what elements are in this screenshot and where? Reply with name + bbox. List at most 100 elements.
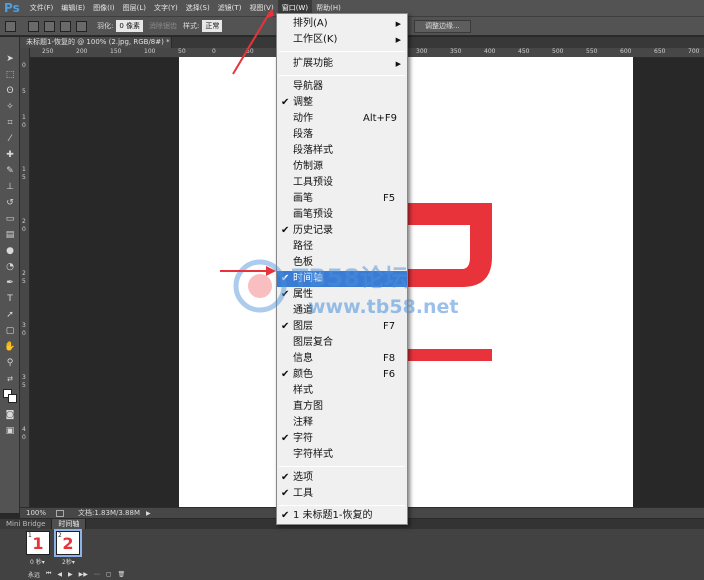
menu-item-adjustments[interactable]: ✔ 调整 <box>277 95 407 111</box>
shape-tool-icon[interactable]: ▢ <box>4 325 16 337</box>
antialias-checkbox[interactable]: 消除锯齿 <box>149 21 177 31</box>
timeline-frame-1[interactable]: 1 1 <box>26 531 50 555</box>
refine-edge-button[interactable]: 调整边缘... <box>414 20 471 33</box>
menu-edit[interactable]: 编辑(E) <box>57 0 89 16</box>
background-color-swatch[interactable] <box>8 394 17 403</box>
quick-mask-icon[interactable]: ◙ <box>4 409 16 421</box>
check-icon: ✔ <box>281 273 290 284</box>
menu-item-swatches[interactable]: 色板 <box>277 255 407 271</box>
marquee-preset-icon[interactable] <box>5 20 16 32</box>
menu-item-info[interactable]: 信息 F8 <box>277 351 407 367</box>
ruler-left-label: 1 <box>22 114 26 121</box>
menu-item-label: 图层 <box>293 321 313 332</box>
swap-colors-icon[interactable]: ⇄ <box>4 373 16 385</box>
move-tool-icon[interactable]: ➤ <box>4 53 16 65</box>
previous-frame-icon[interactable]: ◀ <box>57 571 62 578</box>
screen-mode-icon[interactable]: ▣ <box>4 425 16 437</box>
menu-item-properties[interactable]: ✔ 属性 <box>277 287 407 303</box>
menu-type[interactable]: 文字(Y) <box>150 0 182 16</box>
menu-item-styles[interactable]: 样式 <box>277 383 407 399</box>
menu-select[interactable]: 选择(S) <box>182 0 214 16</box>
menu-item-label: 段落 <box>293 129 313 140</box>
menu-item-open-document[interactable]: ✔ 1 未标题1-恢复的 <box>277 508 407 524</box>
hand-tool-icon[interactable]: ✋ <box>4 341 16 353</box>
style-select[interactable]: 正常 <box>202 20 223 32</box>
eraser-tool-icon[interactable]: ▭ <box>4 213 16 225</box>
menu-item-notes[interactable]: 注释 <box>277 415 407 431</box>
path-selection-tool-icon[interactable]: ➚ <box>4 309 16 321</box>
ruler-top-label: 150 <box>110 48 122 55</box>
menu-item-extensions[interactable]: 扩展功能 ▶ <box>277 56 407 72</box>
duplicate-frame-icon[interactable]: ▢ <box>106 571 112 578</box>
menu-layer[interactable]: 图层(L) <box>119 0 150 16</box>
feather-input[interactable]: 0 像素 <box>116 20 144 32</box>
menu-item-brush-presets[interactable]: 画笔预设 <box>277 207 407 223</box>
menu-item-paths[interactable]: 路径 <box>277 239 407 255</box>
intersect-selection-icon[interactable] <box>76 20 87 32</box>
zoom-level[interactable]: 100% <box>26 509 46 517</box>
window-menu: 排列(A) ▶ 工作区(K) ▶ 扩展功能 ▶ 导航器 ✔ 调整 动作 Alt+F9 段落… <box>276 13 408 525</box>
menu-item-layer-comps[interactable]: 图层复合 <box>277 335 407 351</box>
menu-item-color[interactable]: ✔ 颜色 F6 <box>277 367 407 383</box>
menu-item-layers[interactable]: ✔ 图层 F7 <box>277 319 407 335</box>
menu-file[interactable]: 文件(F) <box>26 0 58 16</box>
loop-select[interactable]: 永远 <box>28 570 40 579</box>
menu-item-channels[interactable]: 通道 <box>277 303 407 319</box>
menu-item-clone-source[interactable]: 仿制源 <box>277 159 407 175</box>
dodge-tool-icon[interactable]: ◔ <box>4 261 16 273</box>
photoshop-logo: Ps <box>4 1 20 15</box>
document-info: 文档:1.83M/3.88M <box>78 509 140 517</box>
magic-wand-tool-icon[interactable]: ✧ <box>4 101 16 113</box>
menu-item-tool-presets[interactable]: 工具预设 <box>277 175 407 191</box>
zoom-tool-icon[interactable]: ⚲ <box>4 357 16 369</box>
tween-icon[interactable]: ⋯ <box>94 571 100 578</box>
subtract-selection-icon[interactable] <box>60 20 71 32</box>
style-label: 样式: <box>183 22 200 30</box>
ruler-top-label: 300 <box>416 48 428 55</box>
menu-item-paragraph-styles[interactable]: 段落样式 <box>277 143 407 159</box>
menu-item-character[interactable]: ✔ 字符 <box>277 431 407 447</box>
delete-frame-icon[interactable]: 🗑 <box>118 571 126 578</box>
type-tool-icon[interactable]: T <box>4 293 16 305</box>
play-icon[interactable]: ▶ <box>68 571 73 578</box>
crop-tool-icon[interactable]: ⌗ <box>4 117 16 129</box>
status-menu-icon[interactable] <box>56 509 65 517</box>
timeline-frame-2[interactable]: 2 2 <box>54 529 82 557</box>
frame-delay[interactable]: 0 秒▾ <box>30 557 45 566</box>
brush-tool-icon[interactable]: ✎ <box>4 165 16 177</box>
eyedropper-tool-icon[interactable]: ⁄ <box>4 133 16 145</box>
menu-view[interactable]: 视图(V) <box>245 0 277 16</box>
history-brush-tool-icon[interactable]: ↺ <box>4 197 16 209</box>
menu-image[interactable]: 图像(I) <box>89 0 119 16</box>
menu-filter[interactable]: 滤镜(T) <box>214 0 246 16</box>
next-frame-icon[interactable]: ▶▶ <box>79 571 88 578</box>
marquee-tool-icon[interactable]: ⬚ <box>4 69 16 81</box>
menu-item-histogram[interactable]: 直方图 <box>277 399 407 415</box>
menu-item-options[interactable]: ✔ 选项 <box>277 470 407 486</box>
menu-item-character-styles[interactable]: 字符样式 <box>277 447 407 463</box>
menu-item-navigator[interactable]: 导航器 <box>277 79 407 95</box>
clone-stamp-tool-icon[interactable]: ⊥ <box>4 181 16 193</box>
menu-item-paragraph[interactable]: 段落 <box>277 127 407 143</box>
document-tab[interactable]: 未标题1-恢复的 @ 100% (2.jpg, RGB/8#) * <box>20 37 172 48</box>
tab-mini-bridge[interactable]: Mini Bridge <box>0 519 53 529</box>
menu-item-history[interactable]: ✔ 历史记录 <box>277 223 407 239</box>
menu-item-timeline[interactable]: ✔ 时间轴 <box>277 271 407 287</box>
blur-tool-icon[interactable]: ● <box>4 245 16 257</box>
first-frame-icon[interactable]: ⏮ <box>46 570 51 578</box>
menu-item-actions[interactable]: 动作 Alt+F9 <box>277 111 407 127</box>
ruler-top-label: 450 <box>518 48 530 55</box>
menu-item-workspace[interactable]: 工作区(K) ▶ <box>277 32 407 48</box>
frame-delay[interactable]: 2秒▾ <box>62 557 75 566</box>
tab-timeline[interactable]: 时间轴 <box>52 519 87 529</box>
add-selection-icon[interactable] <box>44 20 55 32</box>
pen-tool-icon[interactable]: ✒ <box>4 277 16 289</box>
gradient-tool-icon[interactable]: ▤ <box>4 229 16 241</box>
menu-item-tools[interactable]: ✔ 工具 <box>277 486 407 502</box>
new-selection-icon[interactable] <box>28 20 39 32</box>
menu-item-brush[interactable]: 画笔 F5 <box>277 191 407 207</box>
lasso-tool-icon[interactable]: ʘ <box>4 85 16 97</box>
healing-brush-tool-icon[interactable]: ✚ <box>4 149 16 161</box>
status-arrow-icon[interactable]: ▶ <box>146 510 151 517</box>
menu-item-arrange[interactable]: 排列(A) ▶ <box>277 16 407 32</box>
